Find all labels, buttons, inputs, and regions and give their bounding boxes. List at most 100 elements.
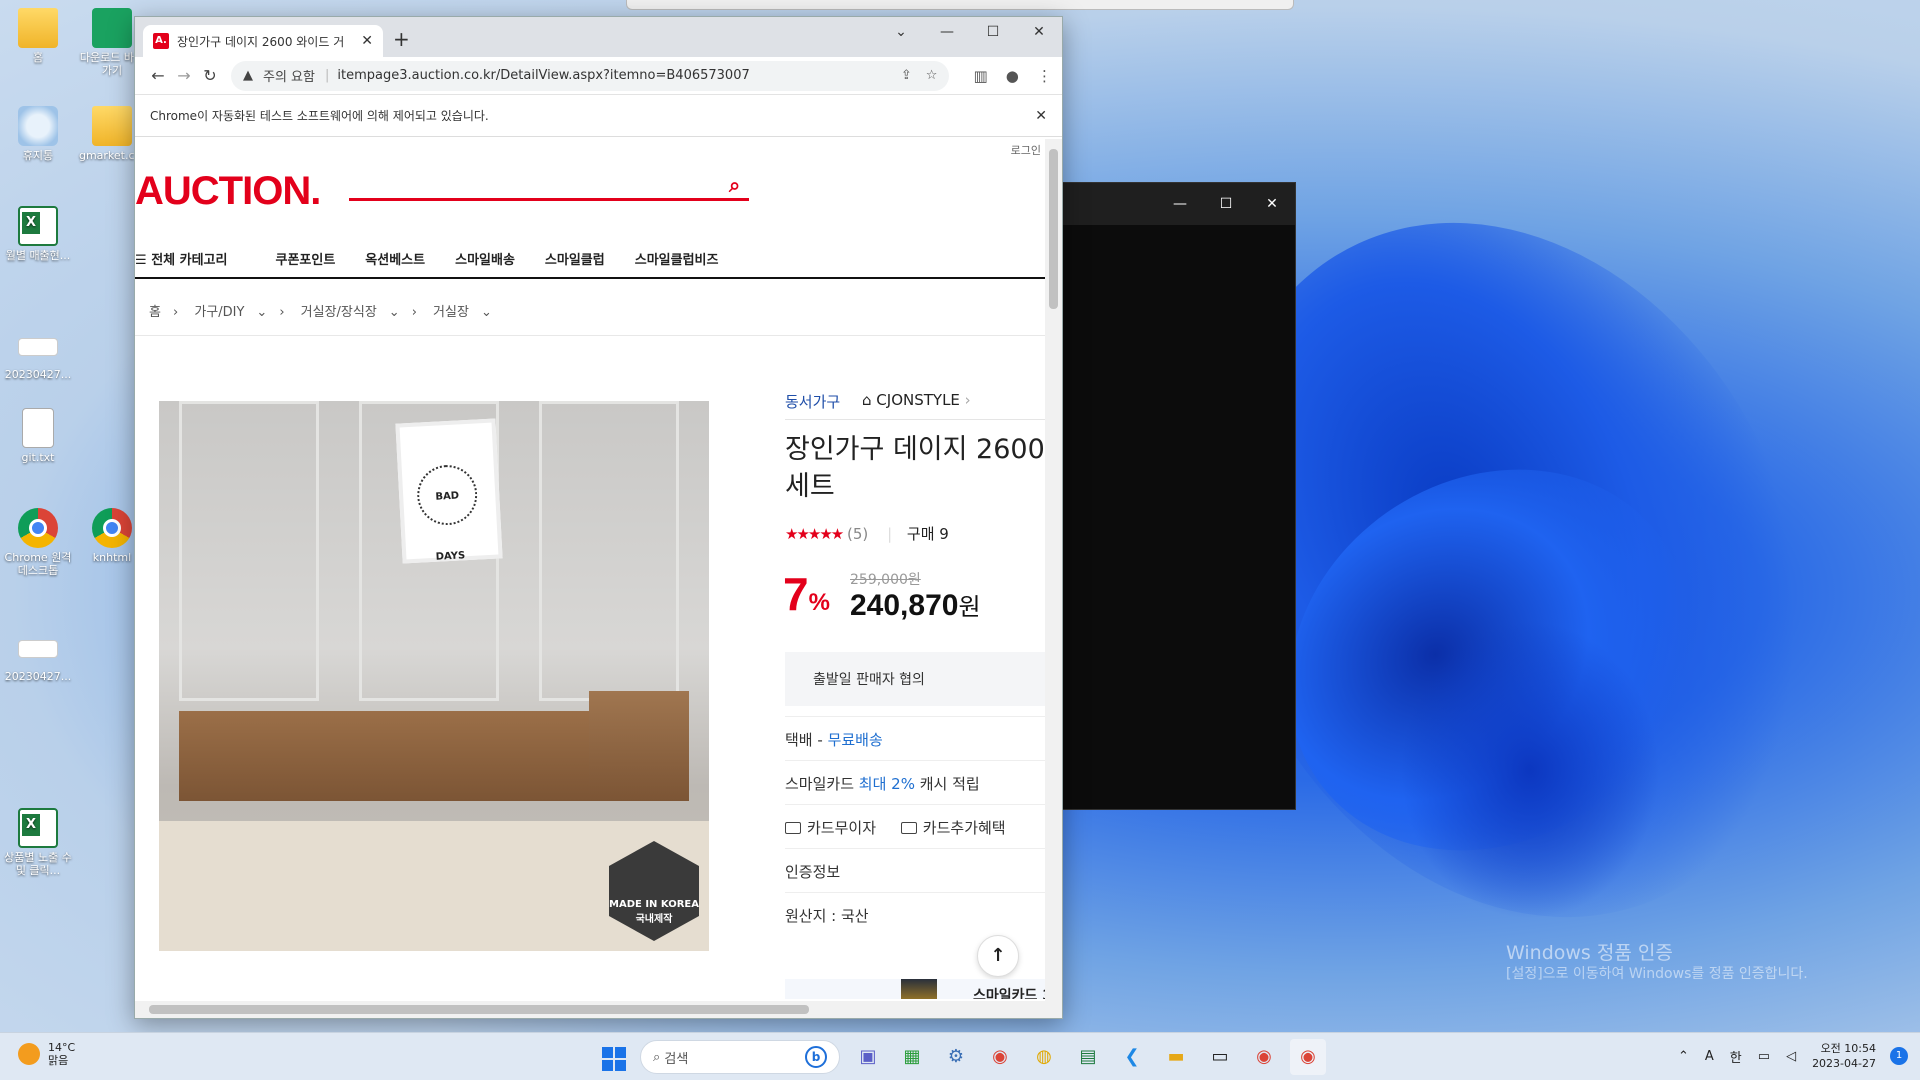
search-icon: ⌕ <box>653 1049 665 1065</box>
terminal-window[interactable]: — ☐ ✕ <box>1054 182 1296 810</box>
nav-item-smile-club-biz[interactable]: 스마일클럽비즈 <box>635 249 719 268</box>
breadcrumb-home[interactable]: 홈 <box>149 305 161 320</box>
smilecard-banner[interactable]: 스마일카드 3 <box>785 979 1047 999</box>
maximize-icon[interactable]: ☐ <box>1203 196 1249 212</box>
horizontal-scrollbar[interactable] <box>135 1001 1062 1018</box>
chrome-active-icon[interactable]: ◉ <box>1290 1039 1326 1075</box>
purchase-count: 구매 9 <box>906 525 949 543</box>
reload-icon[interactable]: ↻ <box>197 66 223 85</box>
weather-desc: 맑음 <box>48 1054 69 1067</box>
scrollbar-thumb[interactable] <box>149 1005 809 1014</box>
maximize-icon[interactable]: ☐ <box>970 17 1016 49</box>
breadcrumb-tv-stand[interactable]: 거실장 <box>433 305 469 320</box>
nav-item-coupon-point[interactable]: 쿠폰포인트 <box>275 249 335 268</box>
desktop-icon-product-clicks[interactable]: 상품별 노출 수 및 클릭... <box>0 808 76 877</box>
terminal-titlebar[interactable]: — ☐ ✕ <box>1055 183 1295 225</box>
card-benefit-button[interactable]: 카드추가혜택 <box>900 819 1006 837</box>
desktop-icon-git-txt[interactable]: git.txt <box>0 408 76 464</box>
side-panel-icon[interactable]: ▥ <box>973 67 987 85</box>
system-tray: ⌃ A 한 ▭ ◁ 오전 10:54 2023-04-27 1 <box>1678 1041 1920 1071</box>
settings-gear-icon[interactable]: ⚙ <box>938 1039 974 1075</box>
ime-mode-icon[interactable]: A <box>1705 1049 1714 1064</box>
card-benefits-row: 카드무이자 카드추가혜택 <box>785 804 1047 848</box>
address-bar[interactable]: ▲ 주의 요함 | itempage3.auction.co.kr/Detail… <box>231 60 950 91</box>
search-input[interactable] <box>349 197 749 201</box>
all-categories-menu[interactable]: ☰ 전체 카테고리 <box>135 249 227 268</box>
ime-korean-icon[interactable]: 한 <box>1730 1047 1742 1066</box>
excel-icon[interactable]: ▤ <box>1070 1039 1106 1075</box>
vscode-icon[interactable]: ❮ <box>1114 1039 1150 1075</box>
scroll-top-button[interactable]: ↑ <box>977 935 1019 977</box>
bing-icon[interactable]: b <box>805 1046 827 1068</box>
photos-icon[interactable]: ▦ <box>894 1039 930 1075</box>
chrome-window[interactable]: A. 장인가구 데이지 2600 와이드 거 ✕ + ⌄ — ☐ ✕ ← → ↻… <box>134 16 1063 1019</box>
volume-icon[interactable]: ◁ <box>1786 1049 1796 1064</box>
wall-panel <box>179 401 319 701</box>
chevron-up-icon[interactable]: ⌃ <box>1678 1049 1689 1064</box>
seller-link[interactable]: 동서가구 <box>785 391 840 412</box>
close-icon[interactable]: ✕ <box>1249 196 1295 212</box>
breadcrumb-furniture[interactable]: 가구/DIY <box>194 305 244 320</box>
desktop-icon-image-2[interactable]: 20230427... <box>0 628 76 683</box>
notification-badge[interactable]: 1 <box>1890 1047 1908 1065</box>
close-tab-icon[interactable]: ✕ <box>361 33 373 49</box>
security-label[interactable]: 주의 요함 <box>263 66 315 85</box>
nav-item-smile-delivery[interactable]: 스마일배송 <box>455 249 515 268</box>
weather-widget[interactable]: 14°C 맑음 <box>18 1041 75 1067</box>
wall-panel <box>539 401 679 701</box>
start-button[interactable] <box>594 1039 630 1075</box>
taskbar-search[interactable]: ⌕ 검색 b <box>640 1040 840 1074</box>
messenger-icon[interactable]: ◍ <box>1026 1039 1062 1075</box>
tab-search-icon[interactable]: ⌄ <box>878 17 924 49</box>
cabinet-high <box>589 691 689 801</box>
clock[interactable]: 오전 10:54 2023-04-27 <box>1812 1041 1876 1071</box>
forward-icon[interactable]: → <box>171 66 197 85</box>
bookmark-star-icon[interactable]: ☆ <box>926 68 938 83</box>
desktop-icon-recycle-bin[interactable]: 휴지통 <box>0 106 76 162</box>
chevron-down-icon[interactable]: ⌄ <box>389 305 400 320</box>
warning-icon[interactable]: ▲ <box>243 68 253 83</box>
menu-icon[interactable]: ⋮ <box>1037 67 1052 85</box>
desktop-icon-chrome-remote[interactable]: Chrome 원격 데스크톱 <box>0 508 76 577</box>
close-icon[interactable]: ✕ <box>1016 17 1062 49</box>
nav-item-smile-club[interactable]: 스마일클럽 <box>545 249 605 268</box>
certification-row[interactable]: 인증정보 <box>785 848 1047 892</box>
back-icon[interactable]: ← <box>145 66 171 85</box>
breadcrumb-cabinet[interactable]: 거실장/장식장 <box>301 305 377 320</box>
tab-strip: A. 장인가구 데이지 2600 와이드 거 ✕ + ⌄ — ☐ ✕ <box>135 17 1062 57</box>
login-link[interactable]: 로그인 <box>1011 142 1041 158</box>
new-tab-button[interactable]: + <box>393 27 410 51</box>
auction-favicon: A. <box>153 33 169 49</box>
chrome-icon[interactable]: ◉ <box>982 1039 1018 1075</box>
review-count-link[interactable]: (5) <box>847 525 868 543</box>
windows-logo-icon <box>602 1047 613 1058</box>
desktop-icon-image-1[interactable]: 20230427... <box>0 326 76 381</box>
nav-item-auction-best[interactable]: 옥션베스트 <box>365 249 425 268</box>
store-link[interactable]: ⌂ CJONSTYLE › <box>862 391 971 409</box>
close-icon[interactable]: ✕ <box>1035 108 1047 124</box>
tab-product-page[interactable]: A. 장인가구 데이지 2600 와이드 거 ✕ <box>143 25 383 57</box>
share-icon[interactable]: ⇪ <box>901 68 912 83</box>
profile-icon[interactable]: ● <box>1006 67 1019 85</box>
minimize-icon[interactable]: — <box>1157 196 1203 212</box>
network-icon[interactable]: ▭ <box>1758 1049 1770 1064</box>
desktop-icon-monthly-sales[interactable]: 월별 매출현... <box>0 206 76 262</box>
auction-logo[interactable]: AUCTION. <box>135 169 321 214</box>
desktop-icon-home[interactable]: 홈 <box>0 8 76 64</box>
scrollbar-thumb[interactable] <box>1049 149 1058 309</box>
card-installment-button[interactable]: 카드무이자 <box>785 819 876 837</box>
page-content: 로그인 AUCTION. ⌕ ☰ 전체 카테고리 쿠폰포인트 옥션베스트 스마일… <box>135 139 1047 999</box>
terminal-icon[interactable]: ▭ <box>1202 1039 1238 1075</box>
teams-chat-icon[interactable]: ▣ <box>850 1039 886 1075</box>
url-text[interactable]: itempage3.auction.co.kr/DetailView.aspx?… <box>337 68 887 83</box>
chevron-down-icon[interactable]: ⌄ <box>256 305 267 320</box>
sun-icon <box>18 1043 40 1065</box>
product-image[interactable]: BAD DAYS MADE IN KOREA 국내제작 <box>159 401 709 951</box>
search-icon[interactable]: ⌕ <box>729 173 740 197</box>
card-icon <box>785 822 801 834</box>
minimize-icon[interactable]: — <box>924 17 970 49</box>
vertical-scrollbar[interactable] <box>1045 139 1062 1009</box>
chrome-icon[interactable]: ◉ <box>1246 1039 1282 1075</box>
chevron-down-icon[interactable]: ⌄ <box>481 305 492 320</box>
file-explorer-icon[interactable]: ▬ <box>1158 1039 1194 1075</box>
